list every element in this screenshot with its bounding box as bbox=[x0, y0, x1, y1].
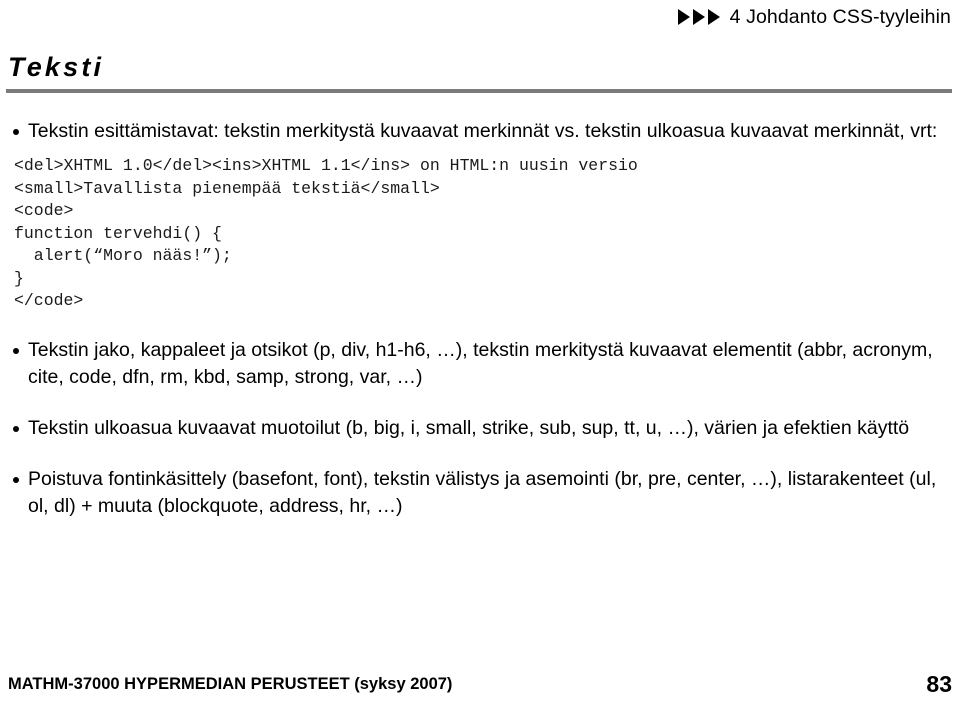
list-item-label: Tekstin ulkoasua kuvaavat muotoilut (b, … bbox=[28, 416, 910, 439]
slide-content: Tekstin esittämistavat: tekstin merkitys… bbox=[0, 118, 960, 520]
list-item: Tekstin esittämistavat: tekstin merkitys… bbox=[0, 118, 960, 145]
bullet-list: Tekstin esittämistavat: tekstin merkitys… bbox=[0, 118, 960, 520]
title-divider bbox=[6, 89, 952, 93]
list-item-label: Tekstin esittämistavat: tekstin merkitys… bbox=[28, 120, 938, 142]
list-item: Tekstin jako, kappaleet ja otsikot (p, d… bbox=[0, 337, 960, 391]
page-title: Teksti bbox=[8, 52, 105, 82]
list-item: Poistuva fontinkäsittely (basefont, font… bbox=[0, 466, 960, 520]
header-title: 4 Johdanto CSS-tyyleihin bbox=[729, 5, 951, 28]
slide-footer: MATHM-37000 HYPERMEDIAN PERUSTEET (syksy… bbox=[0, 668, 960, 700]
bullet-dot-icon bbox=[13, 425, 19, 432]
triangle-right-icon bbox=[677, 9, 690, 25]
triangle-right-icon bbox=[707, 9, 720, 25]
bullet-dot-icon bbox=[13, 347, 19, 354]
list-item-label: Poistuva fontinkäsittely (basefont, font… bbox=[28, 467, 937, 517]
list-item: Tekstin ulkoasua kuvaavat muotoilut (b, … bbox=[0, 415, 960, 442]
triangle-right-icon bbox=[692, 9, 705, 25]
page-number: 83 bbox=[926, 670, 952, 697]
code-sample: <del>XHTML 1.0</del><ins>XHTML 1.1</ins>… bbox=[14, 156, 638, 310]
bullet-dot-icon bbox=[13, 476, 19, 483]
footer-course-label: MATHM-37000 HYPERMEDIAN PERUSTEET (syksy… bbox=[8, 674, 453, 693]
bullet-dot-icon bbox=[13, 129, 19, 135]
slide-header: 4 Johdanto CSS-tyyleihin bbox=[0, 0, 960, 34]
nav-arrows bbox=[677, 9, 720, 25]
list-item-label: Tekstin jako, kappaleet ja otsikot (p, d… bbox=[28, 338, 933, 388]
